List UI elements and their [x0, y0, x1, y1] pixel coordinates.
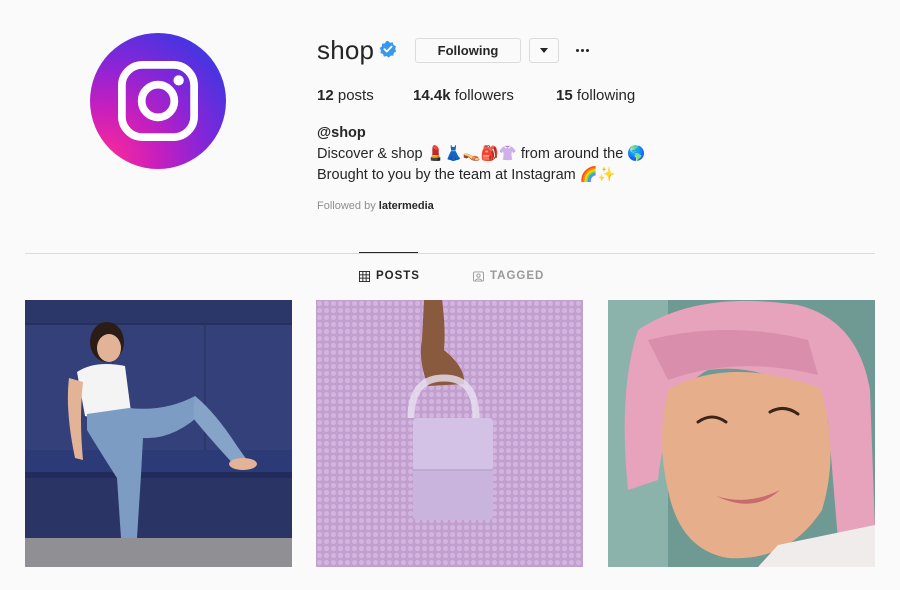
active-tab-indicator: [359, 252, 418, 253]
tab-tagged[interactable]: TAGGED: [473, 270, 544, 282]
tag-icon: [473, 270, 484, 282]
tab-tagged-label: TAGGED: [490, 270, 545, 282]
post-image-pink-hair-portrait: [608, 300, 875, 567]
more-options-button[interactable]: [572, 40, 592, 60]
bio-line-1: Discover & shop 💄👗👡🎒👚 from around the 🌎: [317, 146, 646, 162]
post-image-lilac-bag: [316, 300, 583, 567]
tab-posts-label: POSTS: [376, 270, 420, 282]
followed-by-user-link[interactable]: latermedia: [379, 200, 434, 212]
stat-followers[interactable]: 14.4k followers: [413, 87, 514, 104]
bio-handle: @shop: [317, 125, 366, 141]
suggestions-dropdown-button[interactable]: [529, 38, 559, 63]
tab-posts[interactable]: POSTS: [359, 270, 420, 282]
followed-by: Followed by latermedia: [317, 200, 434, 212]
verified-badge-icon: [379, 40, 397, 58]
instagram-logo-icon: [118, 61, 198, 141]
post-image-woman-on-bench: [25, 300, 292, 567]
tabs-divider: [25, 253, 875, 254]
more-dots-icon: [575, 48, 579, 52]
stat-posts: 12 posts: [317, 87, 374, 104]
post-thumbnail-2[interactable]: [316, 300, 583, 567]
profile-bio: @shop Discover & shop 💄👗👡🎒👚 from around …: [317, 123, 645, 186]
profile-username: shop: [317, 35, 375, 65]
post-thumbnail-3[interactable]: [608, 300, 875, 567]
caret-down-icon: [540, 48, 548, 53]
stat-following[interactable]: 15 following: [556, 87, 635, 104]
post-thumbnail-1[interactable]: [25, 300, 292, 567]
profile-avatar[interactable]: [90, 33, 226, 169]
following-button[interactable]: Following: [415, 38, 521, 63]
bio-line-2: Brought to you by the team at Instagram …: [317, 167, 616, 183]
grid-icon: [359, 270, 370, 282]
